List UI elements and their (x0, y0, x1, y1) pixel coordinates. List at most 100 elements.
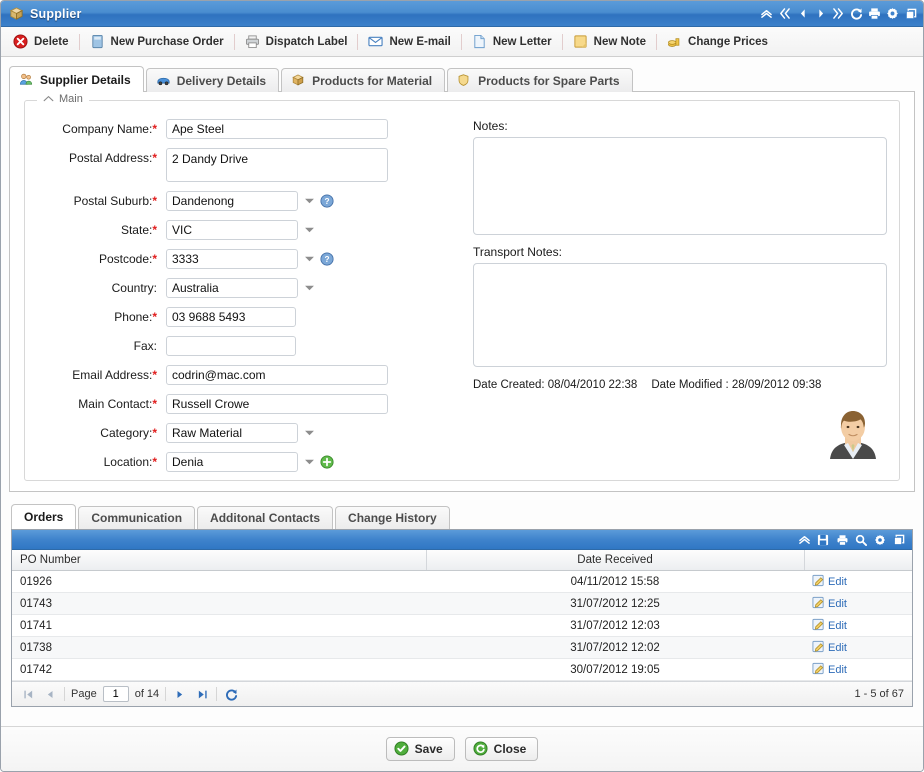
edit-label: Edit (828, 597, 847, 610)
cell-actions: Edit (804, 614, 912, 637)
notes-textarea[interactable] (473, 137, 887, 235)
grid-tab-orders[interactable]: Orders (11, 504, 77, 529)
print-grid-icon[interactable] (835, 532, 849, 547)
search-grid-icon[interactable] (854, 532, 868, 547)
table-row[interactable]: 01742 30/07/2012 19:05 Edit (12, 658, 912, 681)
toolbar-separator (460, 33, 462, 50)
previous-page-icon[interactable] (42, 686, 58, 702)
new-letter-button[interactable]: New Letter (466, 32, 558, 52)
grid-tab-change-history[interactable]: Change History (335, 506, 450, 529)
company-name-input[interactable] (166, 119, 388, 139)
fax-input[interactable] (166, 336, 296, 356)
grid-tab-additional-contacts[interactable]: Additonal Contacts (197, 506, 334, 529)
tab-delivery-details[interactable]: Delivery Details (145, 68, 280, 92)
collapse-grid-icon[interactable] (797, 532, 811, 547)
field-label: State:* (120, 223, 157, 237)
dialog-footer: Save Close (1, 726, 923, 771)
action-toolbar: Delete New Purchase Order Dispatch Label (1, 27, 923, 57)
edit-link[interactable]: Edit (812, 574, 847, 590)
postcode-input[interactable] (166, 249, 298, 269)
orders-table: PO Number Date Received 01926 04/11/2012… (12, 550, 912, 681)
help-icon[interactable]: ? (320, 252, 334, 266)
close-button[interactable]: Close (464, 737, 539, 761)
dispatch-label-button[interactable]: Dispatch Label (239, 32, 354, 52)
main-fieldset-legend[interactable]: Main (37, 93, 89, 105)
chevron-down-icon[interactable] (302, 220, 316, 240)
supplier-details-panel: Main Company Name:* Postal Address:* Pos… (9, 92, 915, 492)
edit-link[interactable]: Edit (812, 618, 847, 634)
save-button[interactable]: Save (385, 737, 455, 761)
last-page-icon[interactable] (194, 686, 210, 702)
refresh-grid-icon[interactable] (223, 686, 239, 702)
dispatch-label-label: Dispatch Label (265, 35, 348, 48)
settings-grid-icon[interactable] (873, 532, 887, 547)
orders-grid-panel: PO Number Date Received 01926 04/11/2012… (11, 529, 913, 707)
close-arrow-icon (473, 741, 489, 757)
postal-suburb-input[interactable] (166, 191, 298, 211)
cell-date-received: 31/07/2012 12:25 (426, 592, 804, 615)
table-row[interactable]: 01926 04/11/2012 15:58 Edit (12, 570, 912, 593)
edit-link[interactable]: Edit (812, 596, 847, 612)
new-note-button[interactable]: New Note (567, 32, 652, 52)
location-input[interactable] (166, 452, 298, 472)
tab-products-for-spare-parts[interactable]: Products for Spare Parts (447, 68, 633, 92)
last-record-icon[interactable] (831, 6, 846, 22)
chevron-down-icon[interactable] (302, 452, 316, 472)
column-header-actions (804, 550, 912, 571)
chevron-down-icon[interactable] (302, 249, 316, 269)
save-grid-icon[interactable] (816, 532, 830, 547)
column-header-date-received[interactable]: Date Received (426, 550, 805, 571)
restore-window-icon[interactable] (903, 6, 918, 22)
change-prices-button[interactable]: Change Prices (661, 32, 774, 52)
column-header-po-number[interactable]: PO Number (12, 550, 427, 571)
tab-products-for-material[interactable]: Products for Material (281, 68, 446, 92)
refresh-icon[interactable] (849, 6, 864, 22)
new-purchase-order-button[interactable]: New Purchase Order (84, 32, 230, 52)
edit-link[interactable]: Edit (812, 640, 847, 656)
page-number-input[interactable] (102, 686, 129, 702)
table-row[interactable]: 01741 31/07/2012 12:03 Edit (12, 614, 912, 637)
supplier-window: Supplier Delete New Purchase Order Dispa… (0, 0, 924, 772)
chevron-down-icon[interactable] (302, 278, 316, 298)
edit-label: Edit (828, 641, 847, 654)
new-email-button[interactable]: New E-mail (362, 32, 456, 52)
delete-button[interactable]: Delete (7, 32, 75, 52)
settings-gear-icon[interactable] (885, 6, 900, 22)
grid-tab-communication[interactable]: Communication (78, 506, 196, 529)
field-main-contact: Main Contact:* (35, 394, 395, 416)
print-icon[interactable] (867, 6, 882, 22)
cell-po-number: 01738 (12, 636, 426, 659)
email-address-input[interactable] (166, 365, 388, 385)
country-input[interactable] (166, 278, 298, 298)
transport-notes-textarea[interactable] (473, 263, 887, 367)
table-row[interactable]: 01743 31/07/2012 12:25 Edit (12, 592, 912, 615)
field-label: Location:* (103, 455, 157, 469)
previous-record-icon[interactable] (795, 6, 810, 22)
chevron-down-icon[interactable] (302, 191, 316, 211)
printer-icon (245, 34, 261, 50)
table-row[interactable]: 01738 31/07/2012 12:02 Edit (12, 636, 912, 659)
state-input[interactable] (166, 220, 298, 240)
cell-actions: Edit (804, 658, 912, 681)
required-marker: * (152, 310, 157, 324)
postal-address-input[interactable] (166, 148, 388, 182)
export-grid-icon[interactable] (892, 532, 906, 547)
category-input[interactable] (166, 423, 298, 443)
chevron-down-icon[interactable] (302, 423, 316, 443)
main-contact-input[interactable] (166, 394, 388, 414)
edit-link[interactable]: Edit (812, 662, 847, 678)
phone-input[interactable] (166, 307, 296, 327)
collapse-all-icon[interactable] (759, 6, 774, 22)
add-location-icon[interactable] (320, 455, 334, 469)
table-header-row: PO Number Date Received (12, 550, 912, 571)
cell-date-received: 30/07/2012 19:05 (426, 658, 804, 681)
first-page-icon[interactable] (20, 686, 36, 702)
next-record-icon[interactable] (813, 6, 828, 22)
main-form-right: Notes: Transport Notes: Date Created: 08… (473, 119, 887, 459)
tab-supplier-details[interactable]: Supplier Details (9, 66, 144, 92)
help-icon[interactable]: ? (320, 194, 334, 208)
new-email-label: New E-mail (389, 35, 451, 48)
first-record-icon[interactable] (777, 6, 792, 22)
next-page-icon[interactable] (172, 686, 188, 702)
tab-label: Supplier Details (40, 72, 131, 87)
